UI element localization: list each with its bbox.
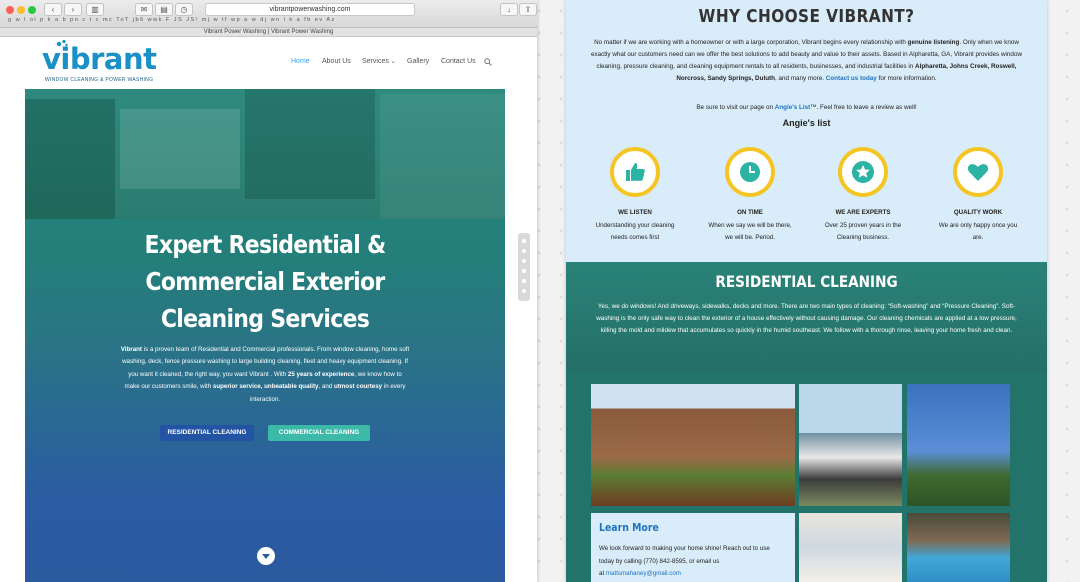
tab-title[interactable]: Vibrant Power Washing | Vibrant Power Wa… (0, 28, 537, 37)
logo-tagline: WINDOW CLEANING & POWER WASHING (45, 77, 154, 83)
feature-title: ON TIME (737, 209, 763, 216)
hero-text-bold: superior service, unbeatable quality (212, 383, 319, 391)
mail-icon[interactable]: ✉ (135, 3, 153, 16)
feature-title: WE ARE EXPERTS (835, 209, 891, 216)
angies-list-logo[interactable]: Angie's list (566, 118, 1047, 128)
feature-text: When we say we will be there, (708, 222, 792, 229)
feature-we-listen: WE LISTEN Understanding your cleaning nee… (580, 147, 690, 244)
why-description: No matter if we are working with a homeo… (590, 37, 1023, 85)
why-choose-section: WHY CHOOSE VIBRANT? No matter if we are … (566, 0, 1047, 262)
feature-title: WE LISTEN (618, 209, 652, 216)
why-text-bold: genuine listening (907, 39, 960, 46)
angies-text: ™. Feel free to leave a review as well! (810, 104, 917, 111)
residential-cleaning-section: RESIDENTIAL CLEANING Yes, we do windows!… (566, 262, 1047, 372)
star-icon (838, 147, 888, 197)
nav-services[interactable]: Services ⌄ (362, 58, 396, 65)
nav-contact[interactable]: Contact Us (441, 58, 476, 65)
gallery-photo-pool[interactable] (907, 513, 1010, 582)
email-link[interactable]: mattsmahaney@gmail.com (606, 570, 681, 577)
minimize-window-button[interactable] (17, 6, 25, 14)
sidebar-icon[interactable]: ▥ (86, 3, 104, 16)
thumbs-up-icon (610, 147, 660, 197)
hero-description: Vibrant is a proven team of Residential … (120, 344, 410, 406)
site-logo[interactable]: vibrant (42, 42, 157, 76)
brand-name: Vibrant (120, 346, 142, 353)
gallery-photo-roof[interactable] (907, 384, 1010, 506)
zoom-window-button[interactable] (28, 6, 36, 14)
section-dot-navigation[interactable] (518, 233, 530, 301)
why-text: for more information. (876, 75, 937, 82)
learn-text: today by calling (770) 842-8595, or emai… (599, 557, 720, 565)
section-dot[interactable] (522, 249, 526, 253)
nav-gallery[interactable]: Gallery (407, 58, 429, 65)
residential-cleaning-button[interactable]: RESIDENTIAL CLEANING (160, 425, 254, 441)
nav-home[interactable]: Home (291, 58, 310, 65)
section-dot[interactable] (522, 279, 526, 283)
address-bar[interactable]: vibrantpowerwashing.com (205, 3, 415, 16)
chevron-down-icon: ⌄ (390, 59, 396, 65)
browser-window-right: WHY CHOOSE VIBRANT? No matter if we are … (566, 0, 1047, 582)
nav-services-label: Services (362, 58, 389, 65)
section-dot[interactable] (522, 259, 526, 263)
website-viewport: vibrant WINDOW CLEANING & POWER WASHING … (0, 37, 537, 582)
learn-text: We look forward to making your home shin… (599, 545, 770, 552)
feature-on-time: ON TIME When we say we will be there, we … (695, 147, 805, 244)
feature-text: We are only happy once you (938, 222, 1018, 229)
bookmarks-bar[interactable]: g w l ol p k a b po c t c mc ToT jb6 wwk… (0, 17, 537, 27)
feature-text: Over 25 proven years in the (824, 222, 902, 229)
angies-list-link[interactable]: Angie's List (775, 104, 810, 111)
feature-title: QUALITY WORK (953, 209, 1003, 216)
hero-text: , and (318, 383, 334, 391)
section-dot[interactable] (522, 289, 526, 293)
back-icon[interactable]: ‹ (44, 3, 62, 16)
commercial-cleaning-button[interactable]: COMMERCIAL CLEANING (268, 425, 370, 441)
angies-text: Be sure to visit our page on (696, 104, 775, 111)
residential-title: RESIDENTIAL CLEANING (715, 272, 898, 291)
share-icon[interactable]: ⇪ (519, 3, 537, 16)
forward-icon[interactable]: › (64, 3, 82, 16)
history-icon[interactable]: ◷ (175, 3, 193, 16)
why-title: WHY CHOOSE VIBRANT? (698, 6, 915, 27)
gallery-photo-house[interactable] (591, 384, 795, 506)
clock-icon (725, 147, 775, 197)
download-icon[interactable]: ↓ (500, 3, 518, 16)
scroll-down-icon[interactable] (257, 547, 275, 565)
hero-section: Expert Residential & Commercial Exterior… (25, 89, 505, 582)
contact-us-link[interactable]: Contact us today (826, 75, 877, 82)
feature-text: are. (972, 234, 984, 241)
feature-text: Cleaning business. (836, 234, 890, 241)
why-text: No matter if we are working with a homeo… (594, 39, 908, 46)
hero-title-line-3: Cleaning Services (160, 304, 370, 333)
angies-list-note: Be sure to visit our page on Angie's Lis… (566, 104, 1047, 111)
hero-background-photo (25, 89, 505, 219)
why-text: , and many more. (774, 75, 826, 82)
learn-more-title: Learn More (599, 521, 659, 534)
section-dot[interactable] (522, 269, 526, 273)
browser-toolbar: ‹ › ▥ ✉ ▤ ◷ vibrantpowerwashing.com ↓ ⇪ … (0, 0, 537, 28)
residential-description: Yes, we do windows! And driveways, sidew… (596, 303, 1017, 334)
hero-text-bold: 25 years of experience (287, 370, 355, 378)
learn-more-text: We look forward to making your home shin… (599, 543, 789, 581)
feature-experts: WE ARE EXPERTS Over 25 proven years in t… (808, 147, 918, 244)
feature-text: Understanding your cleaning (595, 222, 675, 229)
hero-text-bold: utmost courtesy (333, 383, 383, 391)
gallery-photo-window[interactable] (799, 513, 902, 582)
reading-list-icon[interactable]: ▤ (155, 3, 173, 16)
hero-title-line-1: Expert Residential & (144, 230, 387, 259)
hero-title-line-2: Commercial Exterior (145, 267, 385, 296)
feature-quality-work: QUALITY WORK We are only happy once you a… (923, 147, 1033, 244)
section-dot[interactable] (522, 239, 526, 243)
hero-title: Expert Residential & Commercial Exterior… (54, 226, 476, 337)
learn-more-card: Learn More We look forward to making you… (591, 513, 795, 582)
search-icon[interactable] (484, 58, 492, 66)
heart-icon (953, 147, 1003, 197)
feature-text: needs comes first (610, 234, 660, 241)
feature-text: we will be. Period. (725, 234, 775, 241)
nav-about[interactable]: About Us (322, 58, 351, 65)
close-window-button[interactable] (6, 6, 14, 14)
site-header: vibrant WINDOW CLEANING & POWER WASHING … (0, 37, 505, 89)
learn-text: at (599, 570, 606, 577)
gallery-photo-truck[interactable] (799, 384, 902, 506)
browser-window-left: ‹ › ▥ ✉ ▤ ◷ vibrantpowerwashing.com ↓ ⇪ … (0, 0, 537, 582)
